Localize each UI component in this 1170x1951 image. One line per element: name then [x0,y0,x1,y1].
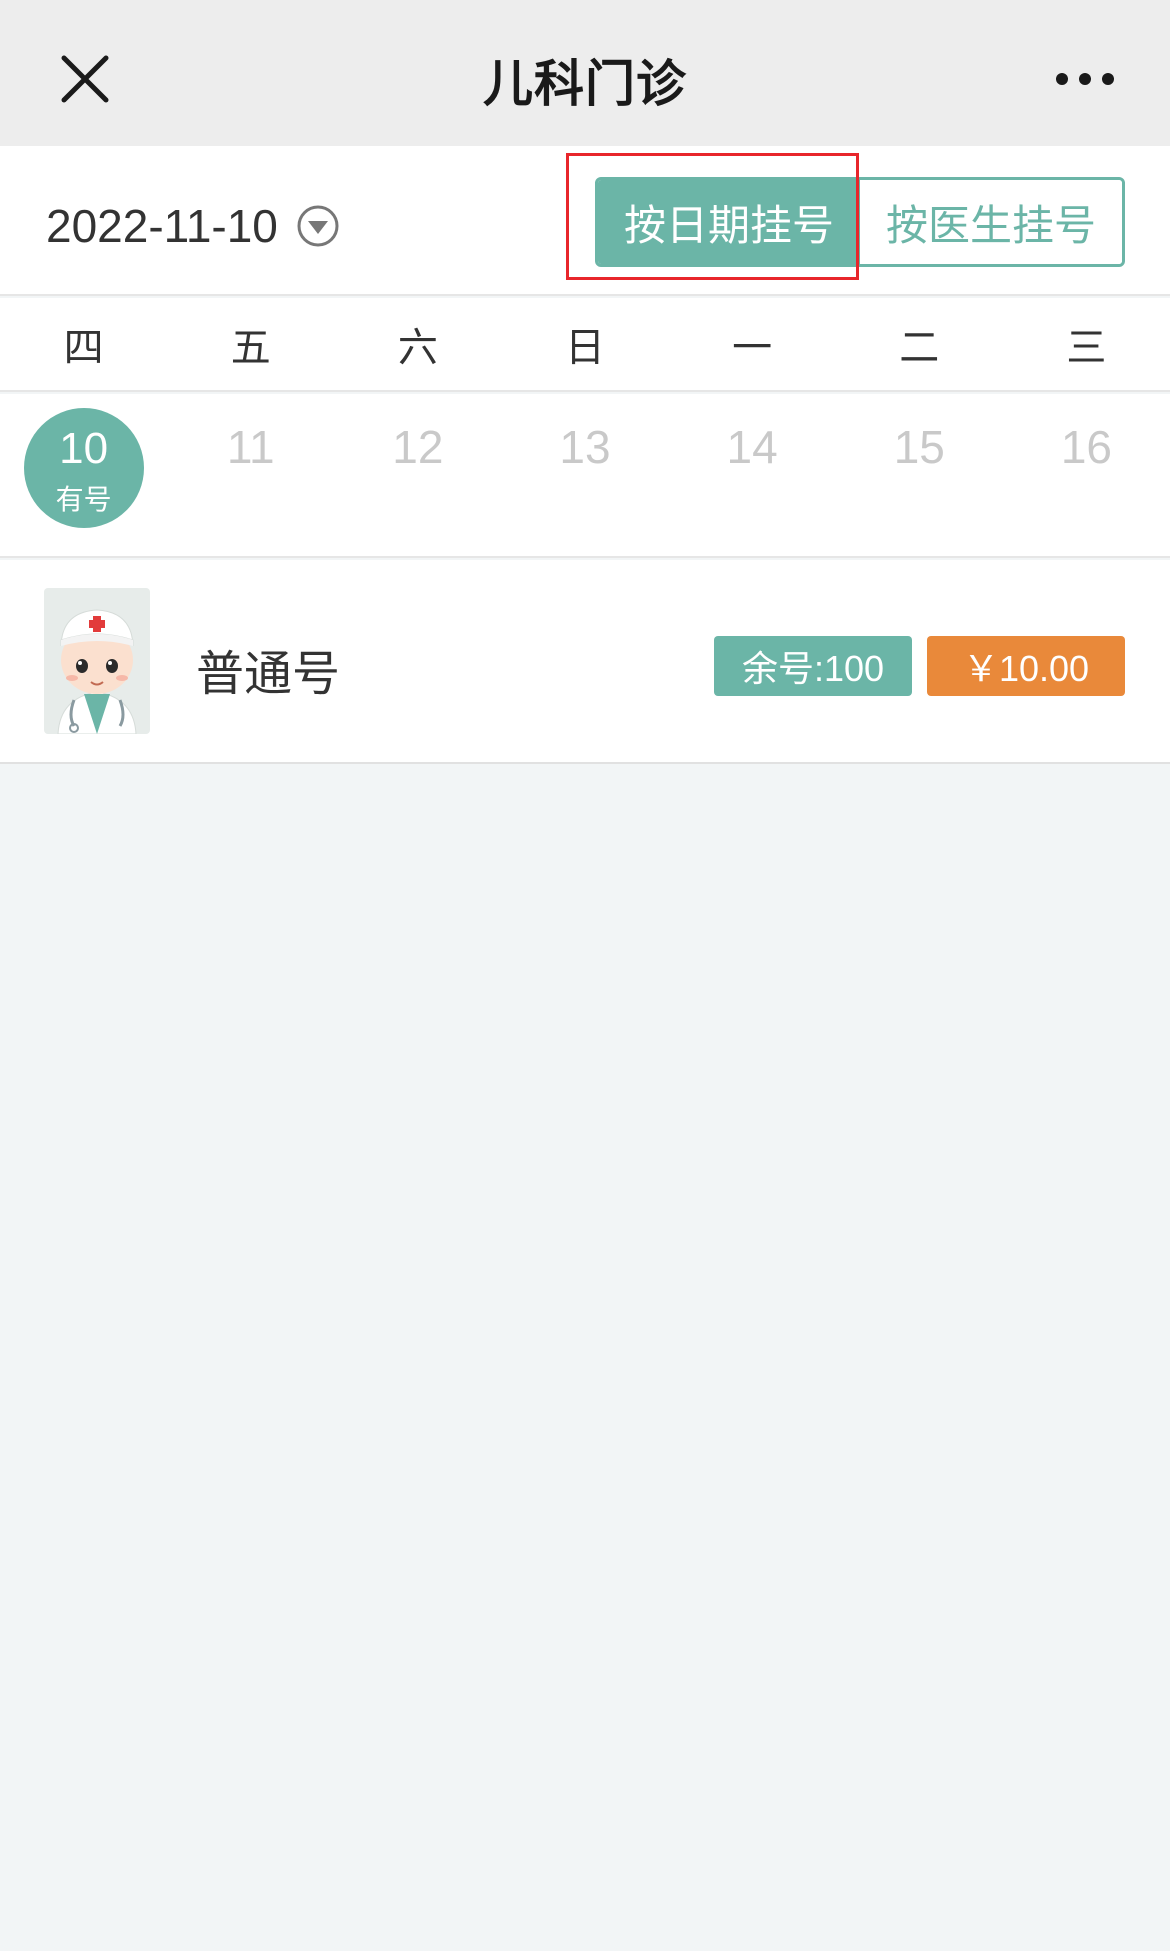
date-number: 14 [726,421,778,473]
chevron-down-circle-icon [297,205,339,247]
date-number: 10 [59,424,109,473]
tab-by-date[interactable]: 按日期挂号 [598,180,860,264]
ticket-type-name: 普通号 [196,646,341,702]
weekday-label: 五 [230,325,271,371]
weekday-label: 三 [1066,325,1107,371]
weekday-label: 六 [397,325,438,371]
more-icon[interactable] [1054,68,1116,90]
schedule-row[interactable]: 普通号 余号:100 ￥10.00 [0,560,1170,764]
weekday-header: 四 五 六 日 一 二 三 [0,298,1170,392]
date-number: 16 [1060,421,1112,473]
availability-label: 有号 [55,483,112,516]
date-picker[interactable]: 2022-11-10 [46,198,340,254]
price-badge[interactable]: ￥10.00 [927,636,1125,696]
nav-bar: 儿科门诊 [0,0,1170,146]
date-cell[interactable]: 11 [167,394,334,556]
tab-by-doctor[interactable]: 按医生挂号 [860,180,1122,264]
selected-date: 2022-11-10 [46,200,278,252]
date-number: 12 [392,421,444,473]
registration-mode-tabs: 按日期挂号 按医生挂号 [595,177,1125,267]
filter-bar: 2022-11-10 按日期挂号 按医生挂号 [0,146,1170,296]
date-number: 15 [893,421,945,473]
doctor-avatar-icon [44,588,150,734]
page-title: 儿科门诊 [483,55,687,113]
date-number: 11 [226,421,275,473]
weekday-label: 一 [732,325,773,371]
remaining-slots-badge: 余号:100 [714,636,912,696]
date-cell-selected[interactable]: 10 有号 [0,394,167,556]
weekday-label: 二 [899,325,940,371]
date-cell[interactable]: 12 [334,394,501,556]
date-number: 13 [559,421,611,473]
date-cell[interactable]: 14 [669,394,836,556]
date-cell[interactable]: 13 [501,394,668,556]
date-cell[interactable]: 16 [1003,394,1170,556]
date-cell[interactable]: 15 [836,394,1003,556]
weekday-label: 四 [63,325,104,371]
date-row: 10 有号 11 12 13 14 15 16 [0,394,1170,558]
weekday-label: 日 [564,325,605,371]
